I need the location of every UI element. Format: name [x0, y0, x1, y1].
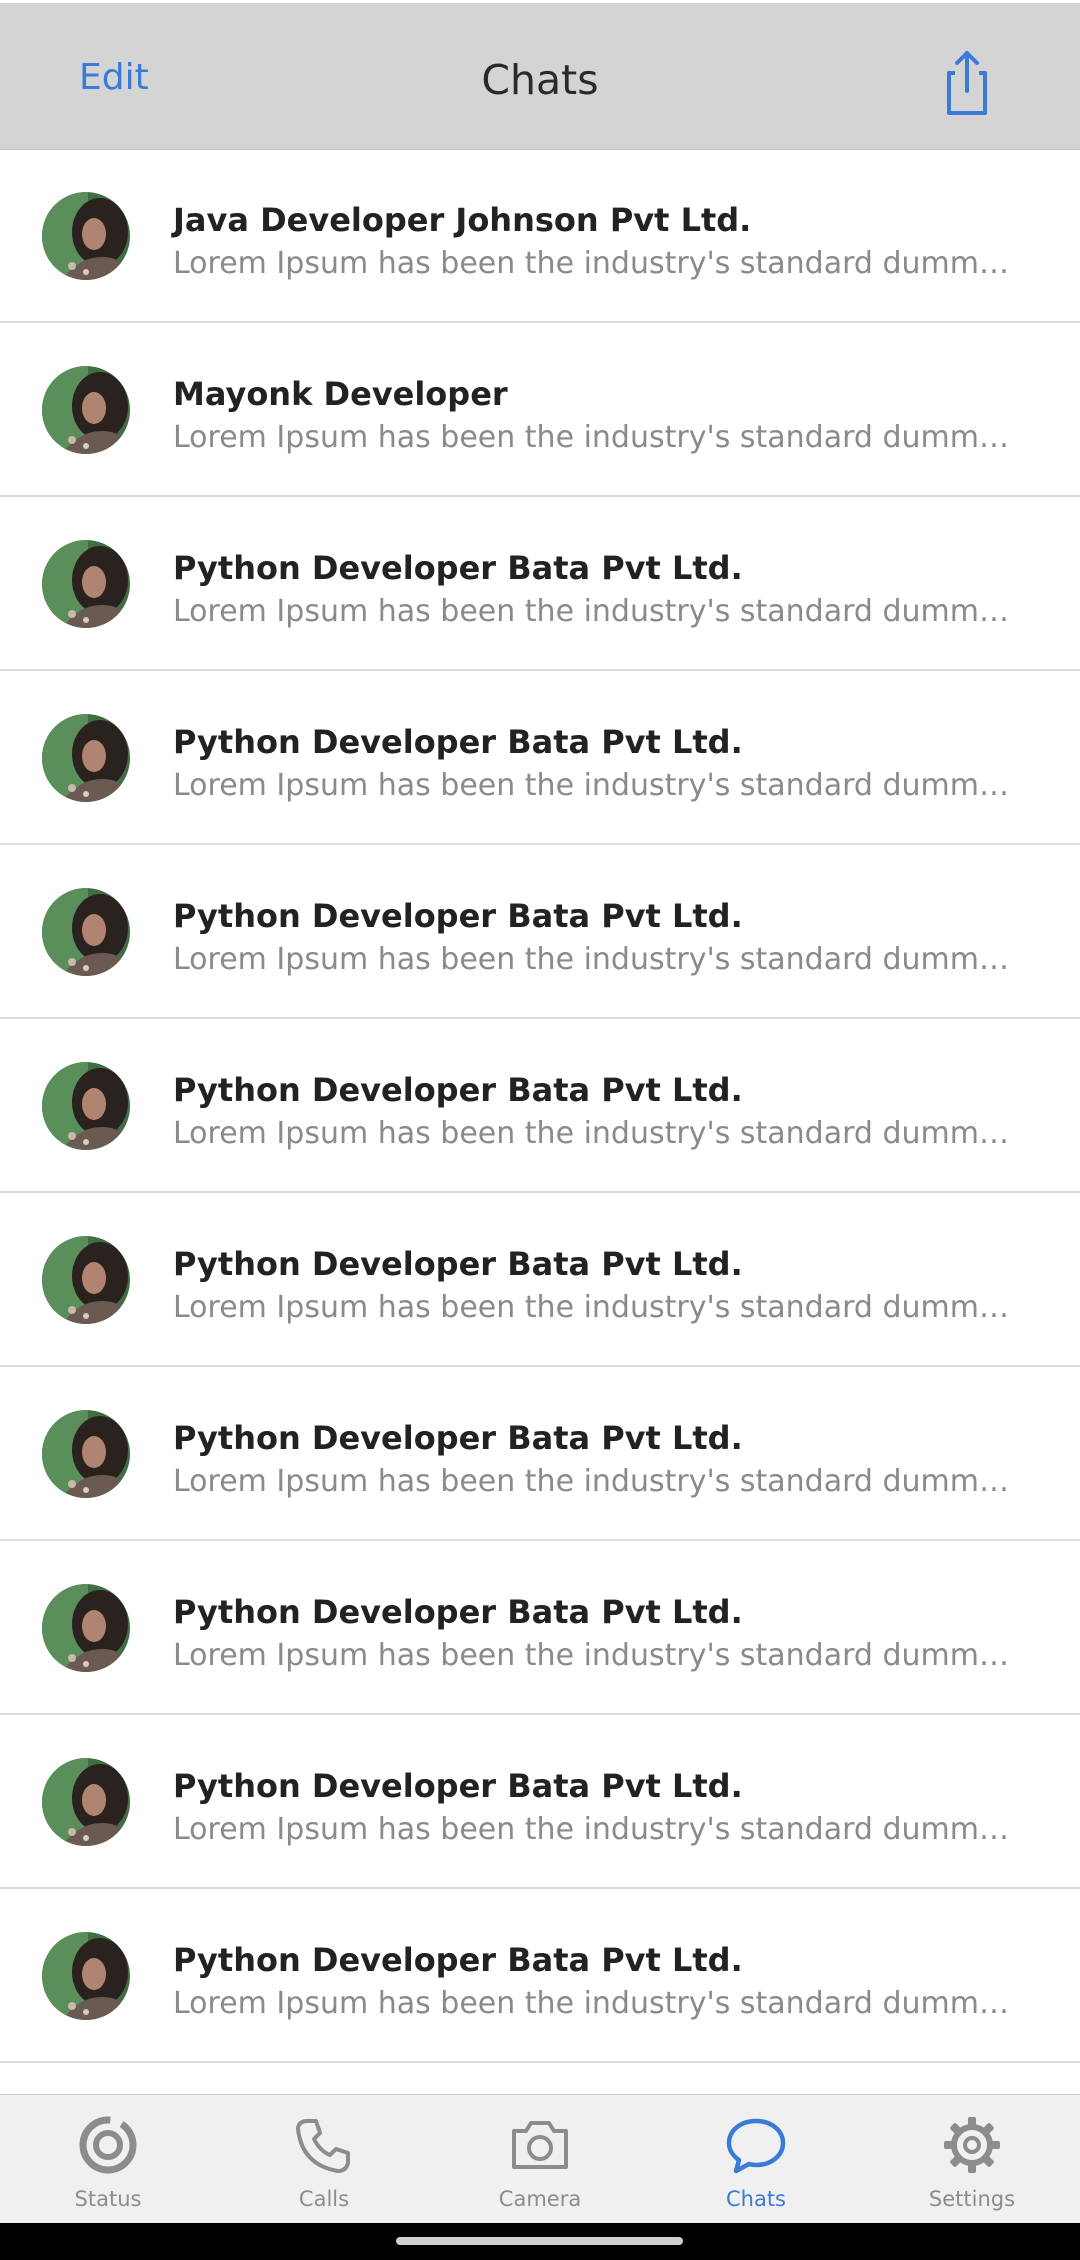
chat-list-item[interactable]: Python Developer Bata Pvt Ltd. Lorem Ips…: [0, 1193, 1080, 1367]
chat-list-item[interactable]: Python Developer Bata Pvt Ltd. Lorem Ips…: [0, 1019, 1080, 1193]
chat-name: Python Developer Bata Pvt Ltd.: [173, 1245, 743, 1283]
chat-preview: Lorem Ipsum has been the industry's stan…: [173, 1464, 1015, 1499]
avatar: [42, 1584, 130, 1672]
chat-name: Java Developer Johnson Pvt Ltd.: [173, 201, 752, 239]
chat-name: Python Developer Bata Pvt Ltd.: [173, 549, 743, 587]
chats-screen: Edit Chats Java Developer Johnson Pvt Lt…: [0, 0, 1080, 2260]
chat-name: Python Developer Bata Pvt Ltd.: [173, 1941, 743, 1979]
avatar: [42, 1758, 130, 1846]
tab-chats[interactable]: Chats: [648, 2095, 864, 2224]
camera-icon: [508, 2113, 572, 2177]
tab-camera[interactable]: Camera: [432, 2095, 648, 2224]
avatar: [42, 1410, 130, 1498]
chat-list-item[interactable]: Python Developer Bata Pvt Ltd. Lorem Ips…: [0, 671, 1080, 845]
chat-list-item[interactable]: Python Developer Bata Pvt Ltd. Lorem Ips…: [0, 1541, 1080, 1715]
chat-preview: Lorem Ipsum has been the industry's stan…: [173, 1116, 1015, 1151]
page-title: Chats: [481, 56, 599, 104]
chat-preview: Lorem Ipsum has been the industry's stan…: [173, 594, 1015, 629]
chat-list-item[interactable]: Mayonk Developer Lorem Ipsum has been th…: [0, 323, 1080, 497]
share-icon[interactable]: [930, 45, 1004, 119]
chat-preview: Lorem Ipsum has been the industry's stan…: [173, 1986, 1015, 2021]
chat-list-item[interactable]: Python Developer Bata Pvt Ltd. Lorem Ips…: [0, 1889, 1080, 2063]
chat-list-item[interactable]: Python Developer Bata Pvt Ltd. Lorem Ips…: [0, 497, 1080, 671]
chat-name: Python Developer Bata Pvt Ltd.: [173, 1767, 743, 1805]
tab-label: Camera: [498, 2187, 582, 2211]
home-indicator[interactable]: [396, 2237, 683, 2245]
chat-preview: Lorem Ipsum has been the industry's stan…: [173, 246, 1015, 281]
chat-preview: Lorem Ipsum has been the industry's stan…: [173, 768, 1015, 803]
avatar: [42, 714, 130, 802]
avatar: [42, 366, 130, 454]
chat-list-item[interactable]: Python Developer Bata Pvt Ltd. Lorem Ips…: [0, 1367, 1080, 1541]
chat-list-item[interactable]: Python Developer Bata Pvt Ltd. Lorem Ips…: [0, 845, 1080, 1019]
chat-list-item[interactable]: Python Developer Bata Pvt Ltd. Lorem Ips…: [0, 1715, 1080, 1889]
chat-preview: Lorem Ipsum has been the industry's stan…: [173, 420, 1015, 455]
chat-name: Python Developer Bata Pvt Ltd.: [173, 723, 743, 761]
avatar: [42, 1932, 130, 2020]
chat-list: Java Developer Johnson Pvt Ltd. Lorem Ip…: [0, 149, 1080, 2094]
tab-settings[interactable]: Settings: [864, 2095, 1080, 2224]
tab-label: Status: [74, 2187, 142, 2211]
avatar: [42, 540, 130, 628]
chat-preview: Lorem Ipsum has been the industry's stan…: [173, 942, 1015, 977]
tab-status[interactable]: Status: [0, 2095, 216, 2224]
system-nav-bar: [0, 2223, 1080, 2260]
top-header: Edit Chats: [0, 3, 1080, 150]
chat-name: Mayonk Developer: [173, 375, 508, 413]
avatar: [42, 1062, 130, 1150]
tab-calls[interactable]: Calls: [216, 2095, 432, 2224]
tab-label: Chats: [725, 2187, 787, 2211]
chat-preview: Lorem Ipsum has been the industry's stan…: [173, 1638, 1015, 1673]
chat-name: Python Developer Bata Pvt Ltd.: [173, 1419, 743, 1457]
chat-preview: Lorem Ipsum has been the industry's stan…: [173, 1290, 1015, 1325]
bottom-tab-bar: Status Calls Camera Chats Settings: [0, 2094, 1080, 2224]
chat-name: Python Developer Bata Pvt Ltd.: [173, 897, 743, 935]
chat-bubble-icon: [724, 2113, 788, 2177]
tab-label: Calls: [298, 2187, 350, 2211]
avatar: [42, 1236, 130, 1324]
gear-icon: [940, 2113, 1004, 2177]
status-icon: [76, 2113, 140, 2177]
tab-label: Settings: [928, 2187, 1016, 2211]
chat-name: Python Developer Bata Pvt Ltd.: [173, 1071, 743, 1109]
chat-preview: Lorem Ipsum has been the industry's stan…: [173, 1812, 1015, 1847]
avatar: [42, 888, 130, 976]
avatar: [42, 192, 130, 280]
phone-icon: [292, 2113, 356, 2177]
chat-name: Python Developer Bata Pvt Ltd.: [173, 1593, 743, 1631]
chat-list-item[interactable]: Java Developer Johnson Pvt Ltd. Lorem Ip…: [0, 149, 1080, 323]
